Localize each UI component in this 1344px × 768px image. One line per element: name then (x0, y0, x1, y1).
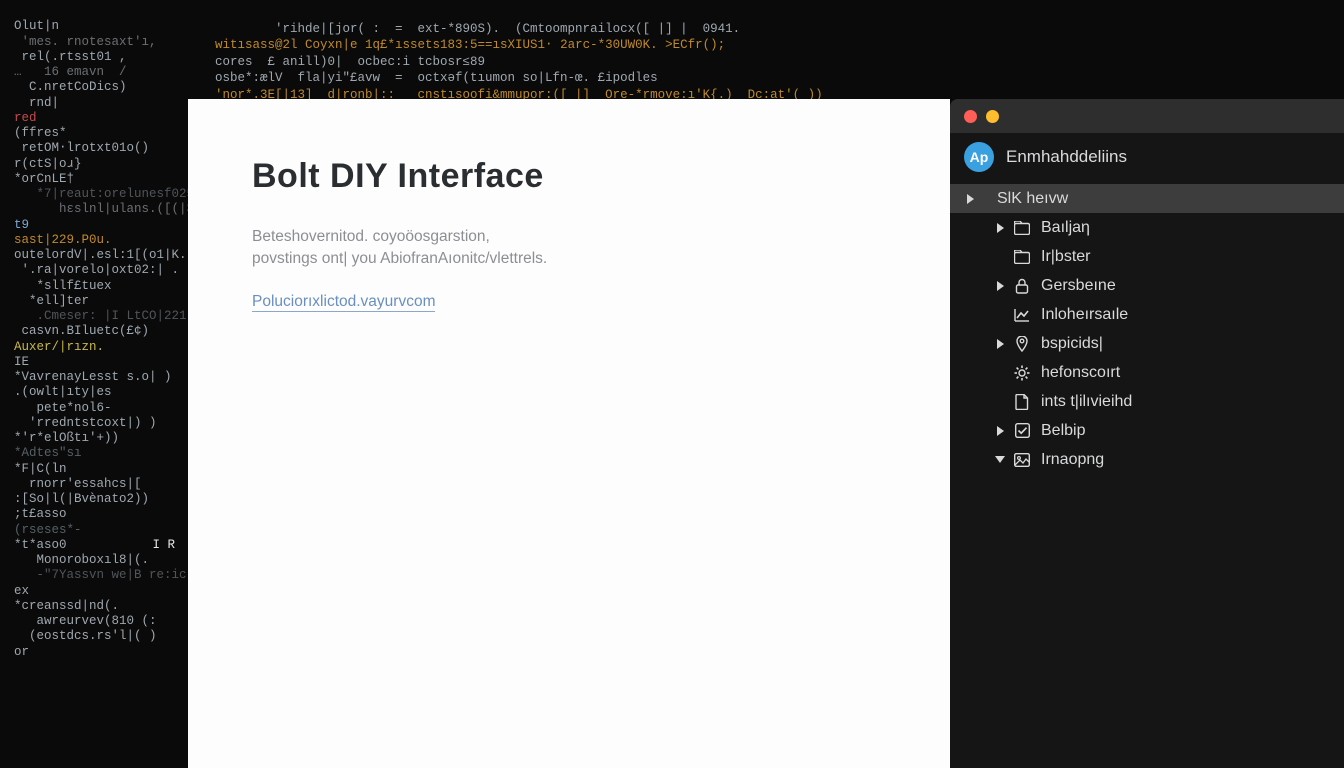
code-line: *sllf£tuex (14, 279, 112, 293)
tree-item[interactable]: SlK heıvw (950, 184, 1344, 213)
code-line: r(ctS|oɹ} (14, 157, 82, 171)
tree-item[interactable]: Inloheırsaıle (950, 300, 1344, 329)
code-line: 'rihde|[jor( : = ext-*890S). (Cmtoompnra… (200, 22, 740, 36)
code-line: (rseses*- (14, 523, 82, 537)
doc-lead: Beteshovernitod. coyoöosgarstion, povsti… (252, 226, 886, 271)
code-line: -"7Yassvn we|B re:ic(£R (14, 568, 209, 582)
chevron-right-icon[interactable] (994, 338, 1006, 350)
panel-header: Ap Enmhahddeliins (950, 133, 1344, 182)
code-line: *t*aso0 (14, 538, 67, 552)
tree-item[interactable]: ints t|ilıvieihd (950, 387, 1344, 416)
chevron-right-icon[interactable] (994, 280, 1006, 292)
code-line: (ffres* (14, 126, 67, 140)
lock-icon (1013, 277, 1031, 295)
pin-icon (1013, 335, 1031, 353)
doc-link[interactable]: Poluciorıxlictod.vayurvcom (252, 293, 435, 312)
code-line: outelordV|.esl:1[(o1|K. (14, 248, 187, 262)
avatar[interactable]: Ap (964, 142, 994, 172)
tree-item-label: Irnaopng (1041, 451, 1104, 469)
code-line: *7|reaut:orelunesf025". (14, 187, 209, 201)
code-line: IE (14, 355, 29, 369)
image-icon (1013, 451, 1031, 469)
code-line: cores £ anill)0| ocbec:i tcbosr≤89 (200, 55, 485, 69)
chart-icon (1013, 306, 1031, 324)
code-line: .Cmeser: |I LtCO|221- (14, 309, 194, 323)
code-line: witısass@2l Coyxn|e 1q£*ıssets183:5==ısX… (200, 38, 725, 52)
code-line: rel(.rtsst01 , (14, 50, 127, 64)
folder-icon (1013, 248, 1031, 266)
code-line: (eostdcs.rs'l|( ) (14, 629, 157, 643)
tree-item-label: Baıljaη (1041, 219, 1090, 237)
chevron-right-icon[interactable] (994, 425, 1006, 437)
tree-item-label: Belbip (1041, 422, 1085, 440)
tree-item-label: Inloheırsaıle (1041, 306, 1128, 324)
code-line: Monoroboxıl8|(. (14, 553, 149, 567)
check-icon (1013, 422, 1031, 440)
code-line: :[So|l(|Bvènato2)) (14, 492, 149, 506)
code-line: sast|229.P0u. (14, 233, 112, 247)
code-line: 'rredntstcoxt|) ) (14, 416, 157, 430)
chevron-down-icon[interactable] (994, 454, 1006, 466)
tree-item[interactable]: hefonscoırt (950, 358, 1344, 387)
code-line: *'r*elOßtı'+)) (14, 431, 119, 445)
explorer-panel: Ap Enmhahddeliins SlK heıvw Baıljaη Ir|bst… (950, 99, 1344, 768)
code-line: '.ra|vorelo|oxt02:| . (14, 263, 179, 277)
minimize-icon[interactable] (986, 110, 999, 123)
tree-item[interactable]: Ir|bster (950, 242, 1344, 271)
tree-item-label: SlK heıvw (997, 190, 1068, 208)
code-line: awreurvev(810 (: (14, 614, 157, 628)
code-line: 'mes. rnotesaxt'ı, (14, 35, 157, 49)
code-line: rnd| (14, 96, 59, 110)
code-line: .(owlt|ıty|es (14, 385, 112, 399)
chevron-right-icon[interactable] (994, 222, 1006, 234)
code-line: osbe*:ælV fla|yi"£avw = octxəf(tıumon so… (200, 71, 658, 85)
close-icon[interactable] (964, 110, 977, 123)
code-line: *creanssd|nd(. (14, 599, 119, 613)
tree-item[interactable]: Baıljaη (950, 213, 1344, 242)
code-line: ex (14, 584, 29, 598)
code-line: Auxer/|rızn. (14, 340, 104, 354)
tree-item-label: hefonscoırt (1041, 364, 1120, 382)
file-tree[interactable]: SlK heıvw Baıljaη Ir|bster Gersbeıne Inloheı… (950, 182, 1344, 474)
window-titlebar[interactable] (950, 99, 1344, 133)
document-panel: Bolt DIY Interface Beteshovernitod. coyo… (188, 99, 950, 768)
tree-item[interactable]: Gersbeıne (950, 271, 1344, 300)
tree-item[interactable]: Irnaopng (950, 445, 1344, 474)
doc-icon (1013, 393, 1031, 411)
chevron-right-icon[interactable] (964, 193, 976, 205)
tree-item[interactable]: bspicids| (950, 329, 1344, 358)
doc-title: Bolt DIY Interface (252, 157, 886, 196)
code-line: casvn.BIluetc(£¢) (14, 324, 149, 338)
code-line: ;t£asso (14, 507, 67, 521)
tree-item-label: bspicids| (1041, 335, 1103, 353)
code-line: Olut|n (14, 19, 59, 33)
folder-icon (1013, 219, 1031, 237)
code-line: *VavrenayLesst s.o| ) (14, 370, 172, 384)
panel-owner: Enmhahddeliins (1006, 147, 1127, 167)
gear-icon (1013, 364, 1031, 382)
tree-item-label: ints t|ilıvieihd (1041, 393, 1132, 411)
code-line: *orCnLE† (14, 172, 74, 186)
code-line: red (14, 111, 37, 125)
code-line: hɛslnl|ulans.([(|3 (14, 202, 194, 216)
tree-item-label: Ir|bster (1041, 248, 1091, 266)
tree-item-label: Gersbeıne (1041, 277, 1116, 295)
code-top-pane: 'rihde|[jor( : = ext-*890S). (Cmtoompnra… (188, 0, 950, 99)
code-line: retOM⋅lrotxt01o() (14, 141, 149, 155)
code-left-pane: Olut|n 'mes. rnotesaxt'ı, rel(.rtsst01 ,… (0, 0, 188, 768)
code-line: pete*nol6- (14, 401, 112, 415)
code-line: C.nretCoDics) (14, 80, 127, 94)
code-line: *ell]ter (14, 294, 89, 308)
code-line: *F|C(ln (14, 462, 67, 476)
code-line: … 16 emavn / (14, 65, 127, 79)
code-line: or (14, 645, 29, 659)
code-line: *Adtes"sı (14, 446, 82, 460)
tree-item[interactable]: Belbip (950, 416, 1344, 445)
code-line: rnorr'essahcs|[ (14, 477, 142, 491)
code-line: t9 (14, 218, 29, 232)
icon-spacer (983, 190, 987, 208)
